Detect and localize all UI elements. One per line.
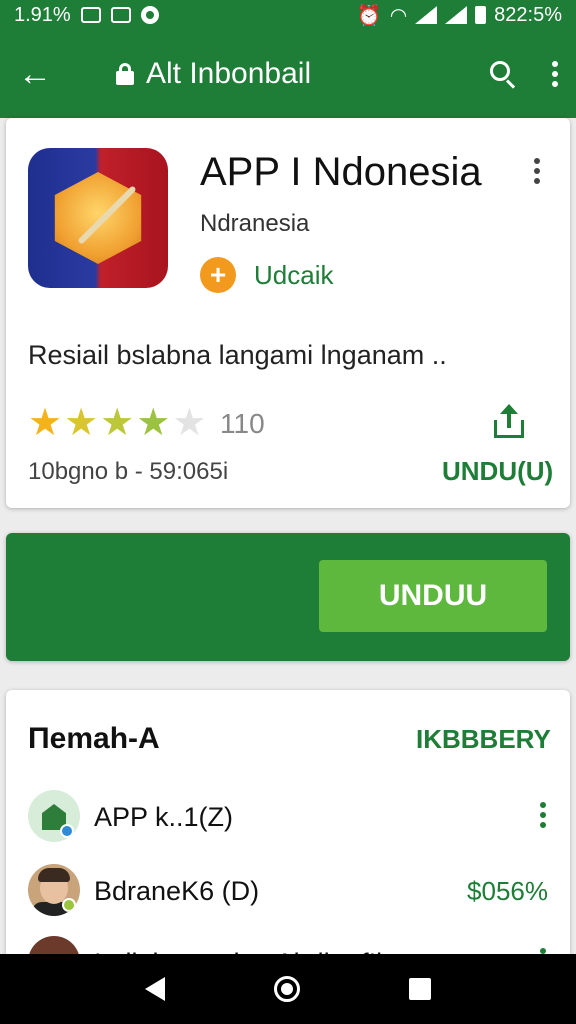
- status-right: ⏰ ◠ 822:5%: [357, 3, 562, 28]
- app-notification-icon: [110, 7, 131, 23]
- rating-stars: ★ ★ ★ ★ ★: [28, 404, 206, 442]
- install-button[interactable]: UNDUU: [319, 560, 547, 632]
- list-item-value: $056%: [467, 876, 548, 906]
- rating-count: 110: [220, 408, 265, 439]
- star-icon: ★: [100, 402, 135, 444]
- signal-2-icon: [445, 6, 468, 24]
- related-section-card: Πemah-A IKBBBERY APP k..1(Z) BdraneK6 (D…: [6, 690, 570, 988]
- wifi-icon: ◠: [389, 4, 408, 27]
- star-icon: ★: [136, 402, 171, 444]
- badge-dot-icon: [62, 898, 76, 912]
- nav-recent-icon[interactable]: [409, 978, 432, 1000]
- nav-back-icon[interactable]: [144, 977, 165, 1001]
- badge-dot-icon: [60, 824, 74, 838]
- status-bar: 1.91% ⏰ ◠ 822:5%: [0, 0, 576, 30]
- battery-icon: [475, 6, 487, 24]
- app-bar-title: Alt Inbonbail: [146, 57, 312, 90]
- app-icon: [28, 148, 168, 288]
- lock-icon: [116, 63, 134, 85]
- badge-label: Udcaik: [254, 260, 334, 290]
- app-bar: ← Alt Inbonbail: [0, 30, 576, 118]
- record-notification-icon: [140, 6, 159, 24]
- list-item[interactable]: BdraneK6 (D) $056%: [28, 864, 548, 918]
- app-name: APP I Ndonesia: [200, 150, 482, 194]
- app-developer[interactable]: Ndranesia: [200, 210, 309, 238]
- list-item-name: APP k..1(Z): [94, 802, 234, 832]
- share-icon[interactable]: [494, 404, 524, 438]
- status-left: 1.91%: [14, 4, 159, 27]
- app-description: Resiail bslabna langami lnganam ..: [28, 340, 447, 370]
- nav-home-icon[interactable]: [273, 976, 300, 1002]
- star-icon: ★: [64, 402, 99, 444]
- section-more-link[interactable]: IKBBBERY: [416, 724, 551, 755]
- arrow-back-icon[interactable]: ←: [18, 55, 66, 94]
- badge-plus-icon: +: [200, 257, 236, 293]
- list-item-name: BdraneK6 (D): [94, 876, 260, 906]
- section-title: Πemah-A: [28, 722, 160, 755]
- star-empty-icon: ★: [172, 402, 207, 444]
- image-notification-icon: [80, 7, 101, 23]
- app-details-card: APP I Ndonesia Ndranesia + Udcaik Resiai…: [6, 118, 570, 508]
- list-item[interactable]: APP k..1(Z): [28, 790, 548, 844]
- avatar: [28, 864, 80, 916]
- install-banner: UNDUU: [6, 533, 570, 661]
- list-item-more-icon[interactable]: [540, 802, 546, 828]
- avatar: [28, 790, 80, 842]
- status-left-text: 1.91%: [14, 3, 71, 26]
- alarm-icon: ⏰: [356, 4, 382, 27]
- navigation-bar: [0, 954, 576, 1024]
- star-icon: ★: [28, 402, 63, 444]
- status-right-text: 822:5%: [494, 3, 562, 26]
- app-more-icon[interactable]: [534, 158, 540, 184]
- more-vert-icon[interactable]: [552, 61, 558, 87]
- app-meta: 10bgno b - 59:065i: [28, 458, 229, 485]
- search-icon[interactable]: [488, 59, 518, 89]
- signal-icon: [415, 6, 438, 24]
- download-link[interactable]: UNDU(U): [442, 456, 553, 487]
